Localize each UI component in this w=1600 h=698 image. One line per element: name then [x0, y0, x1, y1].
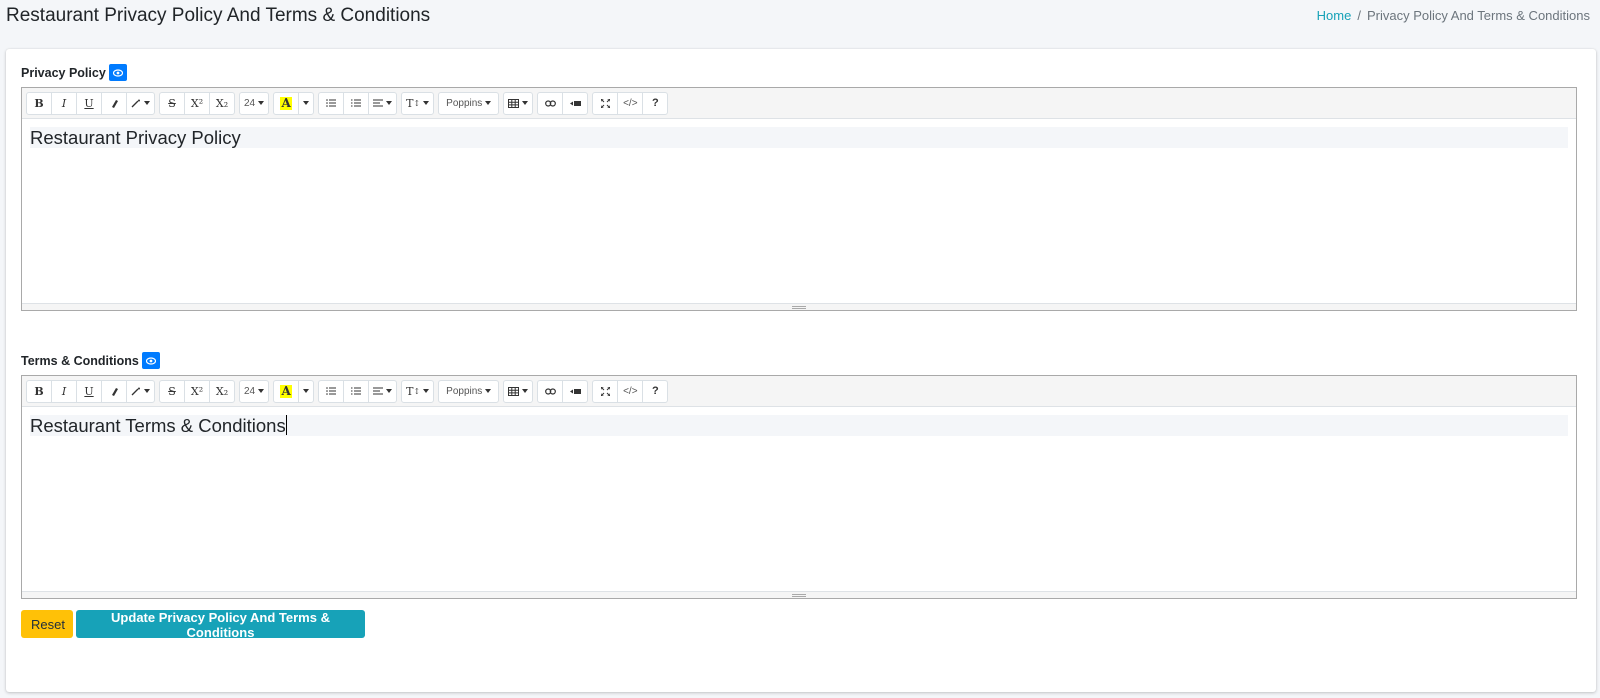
terms-editable-area[interactable]: Restaurant Terms & Conditions — [22, 407, 1576, 591]
terms-label: Terms & Conditions — [21, 353, 139, 368]
text-color-button[interactable]: A — [273, 379, 300, 403]
terms-preview-eye-icon[interactable] — [141, 352, 160, 369]
video-icon[interactable] — [562, 91, 589, 115]
link-icon[interactable] — [537, 91, 564, 115]
terms-label-row: Terms & Conditions — [21, 352, 160, 369]
help-button[interactable]: ? — [642, 379, 669, 403]
privacy-preview-eye-icon[interactable] — [108, 64, 127, 81]
video-icon[interactable] — [562, 379, 589, 403]
font-family-dropdown[interactable]: Poppins — [438, 379, 500, 403]
breadcrumb-current: Privacy Policy And Terms & Conditions — [1366, 8, 1590, 23]
italic-button[interactable]: I — [51, 91, 77, 115]
privacy-content: Restaurant Privacy Policy — [30, 127, 1568, 148]
breadcrumb: Home / Privacy Policy And Terms & Condit… — [1317, 8, 1590, 23]
privacy-label-row: Privacy Policy — [21, 64, 127, 81]
unordered-list-icon[interactable] — [318, 91, 345, 115]
underline-button[interactable]: U — [76, 379, 102, 403]
font-size-dropdown[interactable]: 24 — [239, 379, 270, 403]
text-cursor — [285, 415, 287, 435]
terms-editor-toolbar: B I U S X² X₂ 24 A T ↕ Poppins </> ? — [22, 376, 1576, 407]
eraser-icon[interactable] — [101, 91, 127, 115]
unordered-list-icon[interactable] — [318, 379, 345, 403]
privacy-editable-area[interactable]: Restaurant Privacy Policy — [22, 119, 1576, 303]
table-icon[interactable] — [503, 91, 534, 115]
terms-content-line: Restaurant Terms & Conditions — [30, 415, 1568, 436]
privacy-resize-handle[interactable] — [22, 303, 1576, 310]
page-title: Restaurant Privacy Policy And Terms & Co… — [6, 5, 431, 26]
font-size-dropdown[interactable]: 24 — [239, 91, 270, 115]
terms-editor: B I U S X² X₂ 24 A T ↕ Poppins </> ? Res… — [21, 375, 1577, 599]
text-color-letter: A — [280, 95, 292, 110]
font-family-dropdown[interactable]: Poppins — [438, 91, 500, 115]
superscript-button[interactable]: X² — [184, 91, 210, 115]
breadcrumb-separator: / — [1357, 8, 1361, 23]
update-button[interactable]: Update Privacy Policy And Terms & Condit… — [76, 610, 365, 640]
terms-content: Restaurant Terms & Conditions — [30, 415, 286, 436]
text-color-dropdown[interactable] — [298, 379, 315, 403]
paragraph-align-icon[interactable] — [368, 91, 398, 115]
table-icon[interactable] — [503, 379, 534, 403]
strikethrough-button[interactable]: S — [159, 91, 185, 115]
link-icon[interactable] — [537, 379, 564, 403]
eraser-icon[interactable] — [101, 379, 127, 403]
underline-button[interactable]: U — [76, 91, 102, 115]
strikethrough-button[interactable]: S — [159, 379, 185, 403]
code-view-button[interactable]: </> — [617, 379, 644, 403]
bold-button[interactable]: B — [26, 379, 52, 403]
line-height-icon[interactable]: T ↕ — [401, 379, 435, 403]
fullscreen-icon[interactable] — [592, 91, 619, 115]
text-color-letter: A — [280, 383, 292, 398]
policy-card: Privacy Policy B I U S X² X₂ 24 A T ↕ Po… — [6, 49, 1596, 692]
bold-button[interactable]: B — [26, 91, 52, 115]
font-family-value: Poppins — [446, 97, 483, 109]
magic-wand-icon[interactable] — [126, 91, 155, 115]
italic-button[interactable]: I — [51, 379, 77, 403]
line-height-icon[interactable]: T ↕ — [401, 91, 435, 115]
font-size-value: 24 — [244, 385, 256, 397]
code-view-button[interactable]: </> — [617, 91, 644, 115]
reset-button[interactable]: Reset — [21, 610, 73, 638]
font-family-value: Poppins — [446, 385, 483, 397]
text-color-dropdown[interactable] — [298, 91, 315, 115]
font-size-value: 24 — [244, 97, 256, 109]
superscript-button[interactable]: X² — [184, 379, 210, 403]
breadcrumb-home-link[interactable]: Home — [1317, 8, 1352, 23]
subscript-button[interactable]: X₂ — [209, 379, 235, 403]
paragraph-align-icon[interactable] — [368, 379, 398, 403]
privacy-editor-toolbar: B I U S X² X₂ 24 A T ↕ Poppins </> ? — [22, 88, 1576, 119]
terms-resize-handle[interactable] — [22, 591, 1576, 598]
privacy-label: Privacy Policy — [21, 65, 106, 80]
ordered-list-icon[interactable] — [343, 379, 370, 403]
fullscreen-icon[interactable] — [592, 379, 619, 403]
subscript-button[interactable]: X₂ — [209, 91, 235, 115]
text-color-button[interactable]: A — [273, 91, 300, 115]
magic-wand-icon[interactable] — [126, 379, 155, 403]
form-actions: Reset Update Privacy Policy And Terms & … — [21, 610, 365, 640]
privacy-editor: B I U S X² X₂ 24 A T ↕ Poppins </> ? Res… — [21, 87, 1577, 311]
ordered-list-icon[interactable] — [343, 91, 370, 115]
help-button[interactable]: ? — [642, 91, 669, 115]
